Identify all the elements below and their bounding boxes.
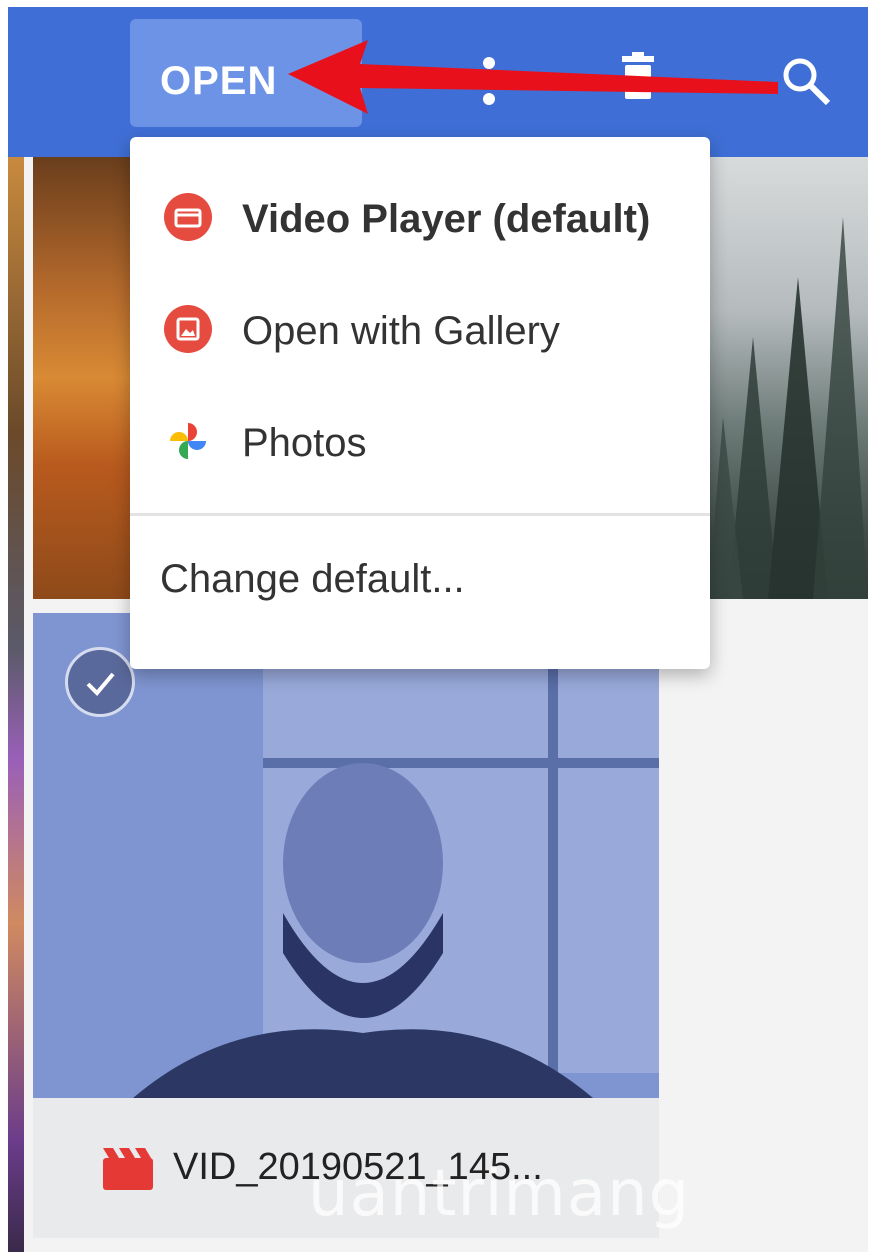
menu-item-label: Open with Gallery: [242, 309, 560, 353]
video-file-icon: [103, 1148, 153, 1190]
photo-thumbnail-strip[interactable]: [8, 157, 24, 1252]
foggy-trees-graphic: [708, 217, 868, 599]
annotation-arrow-icon: [288, 40, 778, 114]
files-app-window: VID_20190521_145... OPEN Video Player (d…: [8, 7, 868, 1252]
video-thumbnail[interactable]: [33, 613, 659, 1098]
photo-thumbnail-autumn-forest[interactable]: [33, 157, 143, 599]
menu-item-label: Photos: [242, 421, 367, 465]
video-file-tile[interactable]: VID_20190521_145...: [33, 613, 659, 1238]
gallery-icon: [164, 305, 212, 353]
open-with-menu: Video Player (default) Open with Gallery: [130, 137, 710, 669]
watermark-text: uantrimang: [308, 1157, 691, 1231]
menu-item-open-with-gallery[interactable]: Open with Gallery: [130, 279, 710, 379]
menu-item-label: Video Player (default): [242, 197, 651, 241]
open-button-label: OPEN: [160, 59, 278, 103]
selected-check-icon[interactable]: [65, 647, 135, 717]
photo-thumbnail-foggy-forest[interactable]: [708, 157, 868, 599]
google-photos-icon: [170, 423, 206, 459]
menu-item-video-player[interactable]: Video Player (default): [130, 167, 710, 267]
change-default-item[interactable]: Change default...: [160, 557, 465, 602]
checkmark-glyph: [86, 672, 115, 696]
video-player-icon: [164, 193, 212, 241]
menu-divider: [130, 513, 710, 516]
menu-item-photos[interactable]: Photos: [130, 391, 710, 491]
